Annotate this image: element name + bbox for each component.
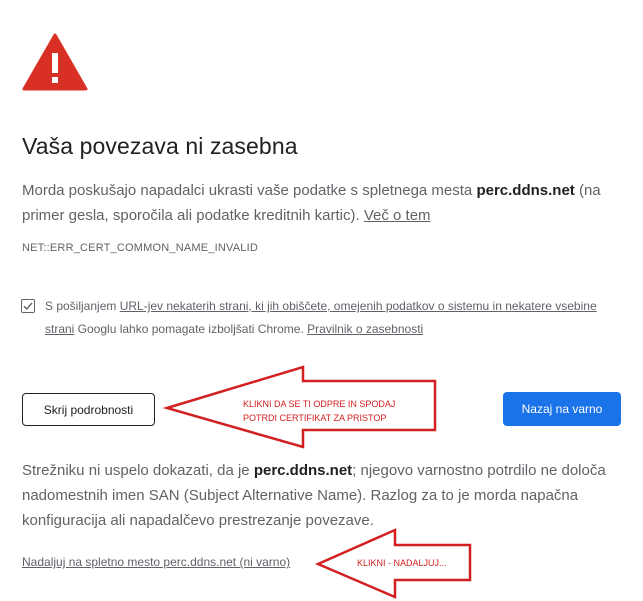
annotation-text-1a: KLIKNI DA SE TI ODPRE IN SPODAJ: [243, 399, 396, 409]
interstitial-page: Vaša povezava ni zasebna Morda poskušajo…: [0, 0, 643, 601]
annotation-arrows: [162, 365, 472, 599]
annotation-text-2: KLIKNI - NADALJUJ...: [357, 558, 447, 568]
annotation-text-1b: POTRDI CERTIFIKAT ZA PRISTOP: [243, 413, 387, 423]
